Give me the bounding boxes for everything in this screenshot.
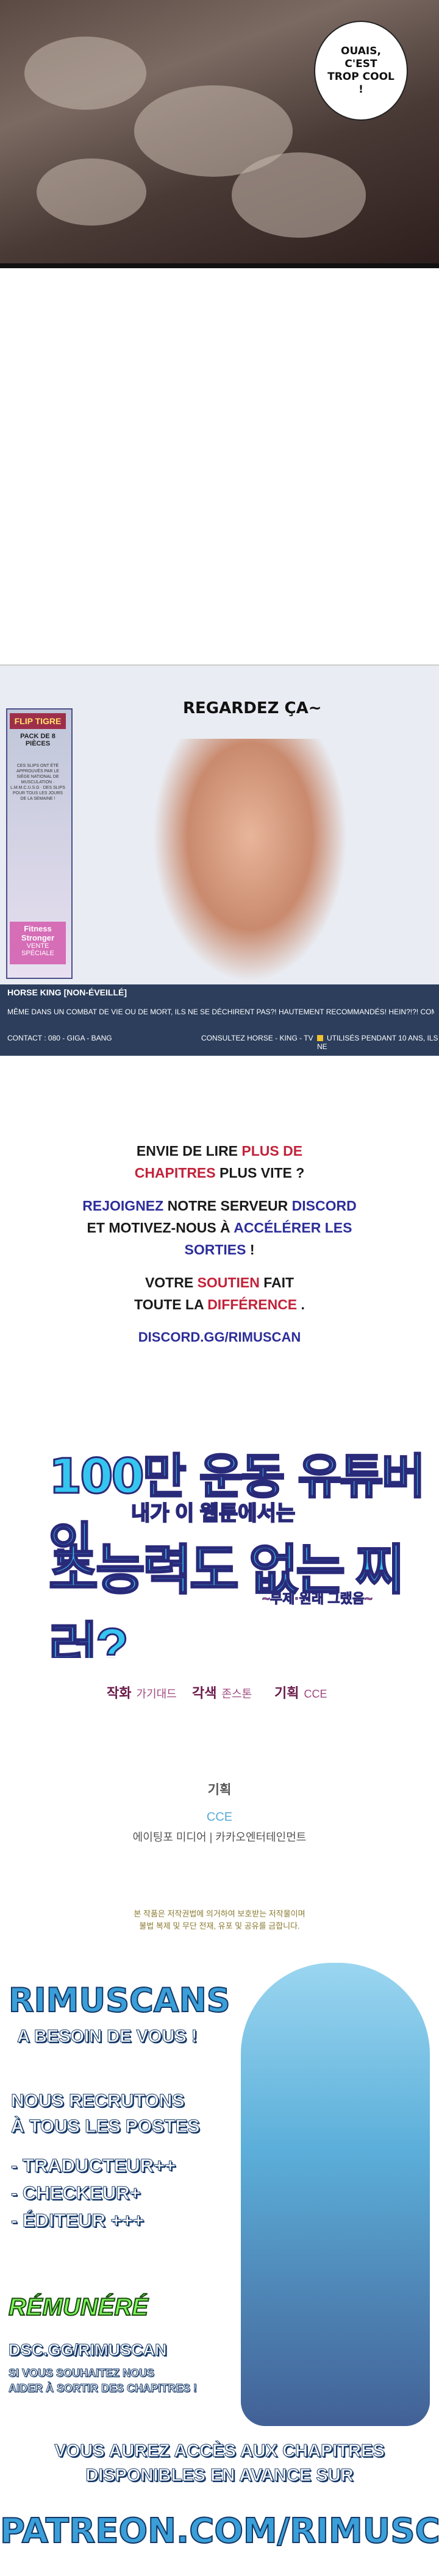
recruit-line: À TOUS LES POSTES xyxy=(11,2116,201,2137)
ad-headline: REGARDEZ ÇA~ xyxy=(183,699,322,717)
consult-text: CONSULTEZ HORSE - KING - TV xyxy=(201,1034,313,1042)
recruitment-banner: RIMUSCANS A BESOIN DE VOUS ! NOUS RECRUT… xyxy=(0,1944,439,2576)
notice-line: 불법 복제 및 무단 전재, 유포 및 공유를 금합니다. xyxy=(139,1921,300,1930)
role-translator: - TRADUCTEUR++ xyxy=(10,2155,176,2177)
promo-line: SORTIES ! xyxy=(184,1242,255,1258)
scene-shape xyxy=(24,37,146,110)
scene-shape xyxy=(232,152,366,238)
ad-panel: FLIP TIGRE PACK DE 8 PIÈCES CES SLIPS ON… xyxy=(0,664,439,1056)
company-info: 기획 CCE 에이팅포 미디어 | 카카오엔터테인먼트 xyxy=(0,1743,439,1902)
paid-label: RÉMUNÉRÉ xyxy=(8,2293,149,2321)
credit-art: 작화 가기대드 xyxy=(107,1685,177,1701)
title-line-2: 내가 이 웹툰에서는 xyxy=(130,1501,296,1526)
fitness-brand: Fitness Stronger xyxy=(21,924,55,942)
company-cce: CCE xyxy=(206,1810,233,1824)
promo-line: TOUTE LA DIFFÉRENCE . xyxy=(134,1297,305,1312)
credits: 작화 가기대드 각색 존스톤 기획 CCE xyxy=(0,1658,439,1713)
company-names: 에이팅포 미디어 | 카카오엔터테인먼트 xyxy=(132,1831,307,1843)
patreon-link[interactable]: PATREON.COM/RIMUSCAN xyxy=(0,2511,439,2552)
patreon-promo: VOUS AUREZ ACCÈS AUX CHAPITRES xyxy=(54,2441,385,2461)
recruit-line: NOUS RECRUTONS xyxy=(11,2091,185,2112)
pack-description: CES SLIPS ONT ÉTÉ APPROUVÉS PAR LE SIÈGE… xyxy=(10,764,65,801)
character-illustration xyxy=(241,1963,430,2426)
title-line-3: 초능력도 없는 찌러? xyxy=(48,1539,406,1659)
promo-line: REJOIGNEZ NOTRE SERVEUR DISCORD xyxy=(82,1198,357,1214)
recruit-note: AIDER À SORTIR DES CHAPITRES ! xyxy=(8,2382,198,2395)
discord-link[interactable]: DISCORD.GG/RIMUSCAN xyxy=(0,1329,439,1345)
promo-line: CHAPITRES PLUS VITE ? xyxy=(134,1165,305,1181)
recruit-note: SI VOUS SOUHAITEZ NOUS xyxy=(8,2367,155,2380)
discord-recruit-link[interactable]: DSC.GG/RIMUSCAN xyxy=(9,2341,168,2360)
pack-label: PACK DE 8 PIÈCES xyxy=(20,733,55,747)
company-label: 기획 xyxy=(207,1783,232,1797)
credit-plan: 기획 CCE xyxy=(274,1685,327,1701)
sale-label: VENTE SPÉCIALE xyxy=(21,942,54,957)
used-text: UTILISÉS PENDANT 10 ANS, ILS NE xyxy=(317,1034,438,1051)
comic-panel-top: OUAIS, C'EST TROP COOL ! xyxy=(0,0,439,268)
product-name: HORSE KING [NON-ÉVEILLÉ] xyxy=(7,987,127,997)
series-title: 100만 운동 유튜버인 내가 이 웹툰에서는 초능력도 없는 찌러? ~부제·… xyxy=(0,1426,439,1659)
panel-border xyxy=(0,263,439,268)
copyright-notice: 본 작품은 저작권법에 의거하여 보호받는 저작물이며 불법 복제 및 무단 전… xyxy=(0,1905,439,1941)
speech-bubble: OUAIS, C'EST TROP COOL ! xyxy=(314,21,408,121)
fitness-sale-box: Fitness Stronger VENTE SPÉCIALE xyxy=(10,922,66,964)
rimuscans-subtitle: A BESOIN DE VOUS ! xyxy=(16,2027,198,2047)
ad-figure xyxy=(152,739,348,983)
discord-promo: ENVIE DE LIRE PLUS DE CHAPITRES PLUS VIT… xyxy=(0,1137,439,1399)
title-subtitle: ~부제·원래 그랬음~ xyxy=(262,1591,373,1607)
flip-label: FLIP TIGRE xyxy=(10,713,66,729)
rimuscans-title: RIMUSCANS xyxy=(8,1980,231,2020)
role-checker: - CHECKEUR+ xyxy=(11,2182,141,2204)
promo-line: VOTRE SOUTIEN FAIT xyxy=(145,1275,294,1290)
scene-shape xyxy=(37,158,146,226)
contact-text: CONTACT : 080 - GIGA - BANG xyxy=(7,1034,112,1042)
notice-line: 본 작품은 저작권법에 의거하여 보호받는 저작물이며 xyxy=(134,1909,305,1918)
patreon-promo: DISPONIBLES EN AVANCE SUR xyxy=(85,2466,354,2486)
role-editor: - ÉDITEUR +++ xyxy=(11,2210,145,2232)
credit-story: 각색 존스톤 xyxy=(192,1685,252,1701)
promo-line: ET MOTIVEZ-NOUS À ACCÉLÉRER LES xyxy=(87,1220,352,1236)
promo-line: ENVIE DE LIRE PLUS DE xyxy=(136,1143,303,1159)
speech-text: OUAIS, C'EST TROP COOL ! xyxy=(327,45,394,96)
product-description: MÊME DANS UN COMBAT DE VIE OU DE MORT, I… xyxy=(7,1008,434,1016)
